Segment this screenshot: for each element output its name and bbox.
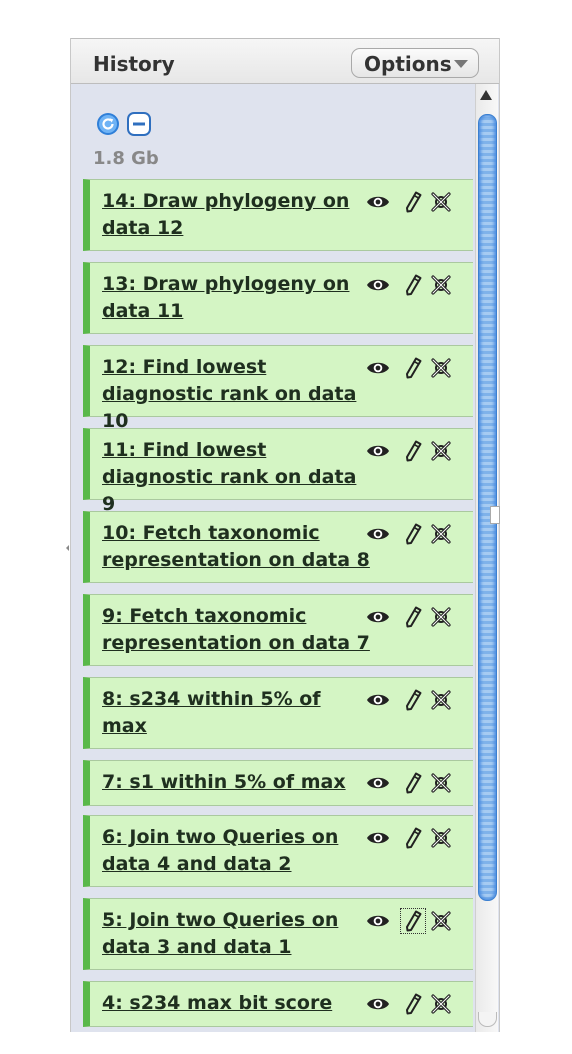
dataset-title[interactable]: 5: Join two Queries on data 3 and data 1 xyxy=(102,907,372,961)
dataset-title[interactable]: 11: Find lowest diagnostic rank on data … xyxy=(102,437,372,518)
dataset-actions xyxy=(366,688,466,712)
eye-icon[interactable] xyxy=(366,439,390,463)
delete-icon[interactable] xyxy=(429,688,453,712)
dataset-item[interactable]: 4: s234 max bit score xyxy=(83,981,473,1027)
dataset-item[interactable]: 6: Join two Queries on data 4 and data 2 xyxy=(83,815,473,887)
eye-icon[interactable] xyxy=(366,688,390,712)
eye-icon[interactable] xyxy=(366,273,390,297)
delete-icon[interactable] xyxy=(429,356,453,380)
dataset-actions xyxy=(366,908,466,934)
dataset-actions xyxy=(366,356,466,380)
pencil-icon[interactable] xyxy=(401,356,425,380)
eye-icon[interactable] xyxy=(366,605,390,629)
dataset-actions xyxy=(366,992,466,1016)
delete-icon[interactable] xyxy=(429,605,453,629)
pencil-icon[interactable] xyxy=(401,688,425,712)
dataset-title[interactable]: 9: Fetch taxonomic representation on dat… xyxy=(102,603,372,657)
delete-icon[interactable] xyxy=(429,992,453,1016)
scroll-up-arrow-icon[interactable] xyxy=(480,90,492,100)
dataset-actions xyxy=(366,771,466,795)
eye-icon[interactable] xyxy=(366,826,390,850)
dataset-actions xyxy=(366,826,466,850)
eye-icon[interactable] xyxy=(366,909,390,933)
history-size: 1.8 Gb xyxy=(93,148,159,169)
dataset-item[interactable]: 10: Fetch taxonomic representation on da… xyxy=(83,511,473,583)
pencil-icon[interactable] xyxy=(401,190,425,214)
delete-icon[interactable] xyxy=(429,771,453,795)
dataset-title[interactable]: 10: Fetch taxonomic representation on da… xyxy=(102,520,372,574)
history-title: History xyxy=(93,52,175,76)
eye-icon[interactable] xyxy=(366,992,390,1016)
dataset-item[interactable]: 13: Draw phylogeny on data 11 xyxy=(83,262,473,334)
dataset-actions xyxy=(366,439,466,463)
pencil-icon[interactable] xyxy=(401,439,425,463)
dataset-actions xyxy=(366,273,466,297)
dataset-title[interactable]: 8: s234 within 5% of max xyxy=(102,686,372,740)
dataset-title[interactable]: 12: Find lowest diagnostic rank on data … xyxy=(102,354,372,435)
pencil-icon[interactable] xyxy=(401,605,425,629)
dataset-item[interactable]: 14: Draw phylogeny on data 12 xyxy=(83,179,473,251)
delete-icon[interactable] xyxy=(429,439,453,463)
scrollbar[interactable] xyxy=(475,84,498,1032)
delete-icon[interactable] xyxy=(429,190,453,214)
history-header: History Options xyxy=(71,38,499,84)
dataset-actions xyxy=(366,190,466,214)
delete-icon[interactable] xyxy=(429,273,453,297)
dataset-item[interactable]: 9: Fetch taxonomic representation on dat… xyxy=(83,594,473,666)
eye-icon[interactable] xyxy=(366,771,390,795)
dataset-item[interactable]: 12: Find lowest diagnostic rank on data … xyxy=(83,345,473,432)
dataset-item[interactable]: 8: s234 within 5% of max xyxy=(83,677,473,749)
delete-icon[interactable] xyxy=(429,522,453,546)
collapse-icon[interactable] xyxy=(127,112,151,136)
eye-icon[interactable] xyxy=(366,190,390,214)
delete-icon[interactable] xyxy=(429,826,453,850)
pencil-icon[interactable] xyxy=(401,522,425,546)
dataset-item[interactable]: 5: Join two Queries on data 3 and data 1 xyxy=(83,898,473,970)
pencil-icon[interactable] xyxy=(400,908,426,934)
dataset-item[interactable]: 7: s1 within 5% of max xyxy=(83,760,473,806)
dataset-title[interactable]: 14: Draw phylogeny on data 12 xyxy=(102,188,372,242)
dataset-title[interactable]: 13: Draw phylogeny on data 11 xyxy=(102,271,372,325)
delete-icon[interactable] xyxy=(429,909,453,933)
pencil-icon[interactable] xyxy=(401,771,425,795)
refresh-icon[interactable] xyxy=(96,112,120,136)
scroll-track-end xyxy=(478,1012,497,1027)
dataset-actions xyxy=(366,605,466,629)
dataset-title[interactable]: 4: s234 max bit score xyxy=(102,990,372,1017)
collapse-arrow-icon[interactable] xyxy=(66,545,69,551)
panel-resize-handle[interactable] xyxy=(490,506,500,524)
dataset-title[interactable]: 6: Join two Queries on data 4 and data 2 xyxy=(102,824,372,878)
eye-icon[interactable] xyxy=(366,356,390,380)
history-panel: History Options 1.8 Gb 14: Draw phylogen… xyxy=(70,38,500,1032)
pencil-icon[interactable] xyxy=(401,992,425,1016)
eye-icon[interactable] xyxy=(366,522,390,546)
options-button[interactable]: Options xyxy=(351,48,479,78)
pencil-icon[interactable] xyxy=(401,826,425,850)
dataset-actions xyxy=(366,522,466,546)
options-label: Options xyxy=(364,52,452,76)
chevron-down-icon xyxy=(454,60,468,68)
dataset-title[interactable]: 7: s1 within 5% of max xyxy=(102,769,372,796)
pencil-icon[interactable] xyxy=(401,273,425,297)
dataset-item[interactable]: 11: Find lowest diagnostic rank on data … xyxy=(83,428,473,515)
